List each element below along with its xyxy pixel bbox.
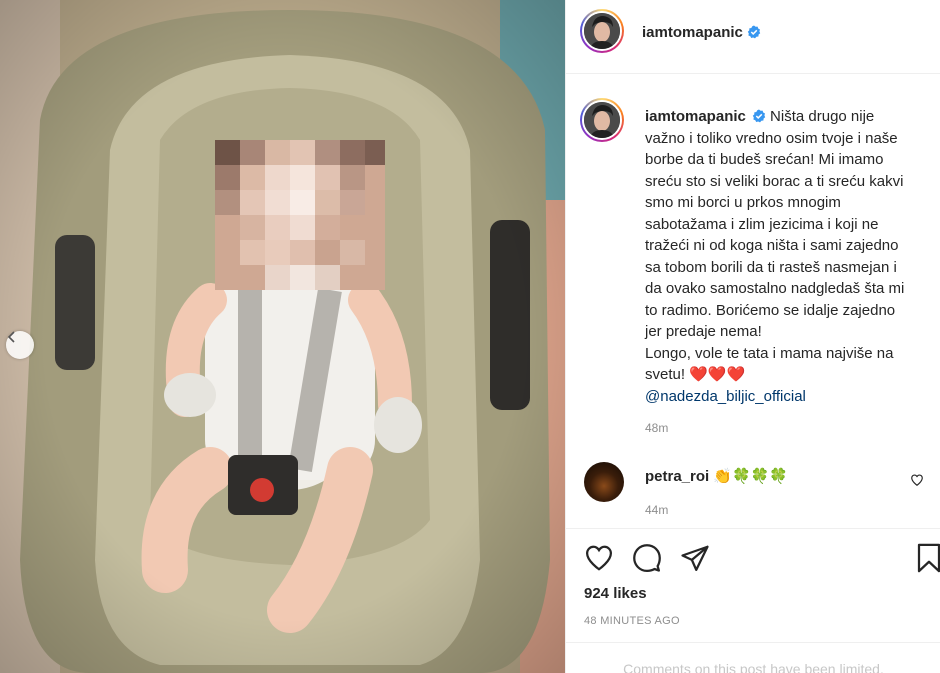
likes-count[interactable]: 924 likes	[584, 585, 647, 602]
caption-author-avatar[interactable]	[580, 98, 624, 142]
post-header: iamtomapanic	[566, 0, 940, 74]
author-username-text[interactable]: iamtomapanic	[642, 24, 743, 41]
share-icon[interactable]	[680, 543, 710, 573]
chevron-left-icon	[7, 331, 15, 343]
comment-timestamp[interactable]: 44m	[645, 503, 668, 517]
caption-line: sabotažama i zlim jezicima i koji ne	[645, 215, 879, 233]
caption-avatar-image	[584, 102, 620, 138]
actions-section: 924 likes 48 MINUTES AGO Comments on thi…	[566, 528, 940, 673]
caption-line: Longo, vole te tata i mama najviše na	[645, 344, 894, 362]
mention-link[interactable]: @nadezda_biljic_official	[645, 388, 806, 405]
caption-line: Ništa drugo nije	[770, 108, 875, 125]
comment-like-heart-icon[interactable]	[910, 473, 924, 487]
heart-outline-icon[interactable]	[584, 543, 614, 573]
caption-line: smo mi borci u prkos mnogim	[645, 194, 841, 211]
bookmark-icon[interactable]	[916, 543, 940, 573]
comment-body: 👏🍀🍀🍀	[713, 468, 789, 485]
comment-text: petra_roi 👏🍀🍀🍀	[645, 467, 788, 485]
author-avatar[interactable]	[580, 9, 624, 53]
caption-author-username[interactable]: iamtomapanic	[645, 108, 746, 125]
caption-line: borbe da ti budeš srećan! Mi imamo	[645, 151, 884, 168]
comment-icon[interactable]	[632, 543, 662, 573]
caption-line: sreću sto si veliki borac a ti sreću kak…	[645, 172, 904, 190]
carousel-previous-button[interactable]	[6, 331, 34, 359]
caption-hearts: ❤️❤️❤️	[689, 366, 746, 383]
verified-icon	[752, 109, 766, 123]
post-timestamp[interactable]: 48 MINUTES AGO	[584, 615, 680, 627]
comments-limited-notice: Comments on this post have been limited.	[566, 642, 940, 673]
post-details-panel: iamtomapanic iamtomapanic Ništa drugo ni…	[565, 0, 940, 673]
caption-line: to radimo. Borićemo se idalje zajedno	[645, 301, 896, 319]
caption-line: tražeći ni od koga ništa i sami zajedno	[645, 237, 899, 254]
author-avatar-image	[584, 13, 620, 49]
author-username[interactable]: iamtomapanic	[642, 24, 761, 41]
caption-line: da ovako samostalno nadgledaš šta mi	[645, 280, 905, 297]
caption-line: jer predaje nema!	[645, 323, 762, 340]
caption-text: iamtomapanic Ništa drugo nije važno i to…	[645, 106, 937, 407]
commenter-username[interactable]: petra_roi	[645, 468, 709, 485]
caption-timestamp[interactable]: 48m	[645, 421, 668, 435]
verified-icon	[747, 25, 761, 39]
post-photo	[0, 0, 565, 673]
baby-car-seat-image	[0, 0, 565, 673]
caption-line: sa tobom borili da ti rasteš nasmejan i	[645, 258, 897, 276]
caption-line: svetu!	[645, 366, 686, 383]
commenter-avatar[interactable]	[584, 462, 624, 502]
caption-line: važno i toliko vredno osim tvoje i naše	[645, 129, 898, 147]
